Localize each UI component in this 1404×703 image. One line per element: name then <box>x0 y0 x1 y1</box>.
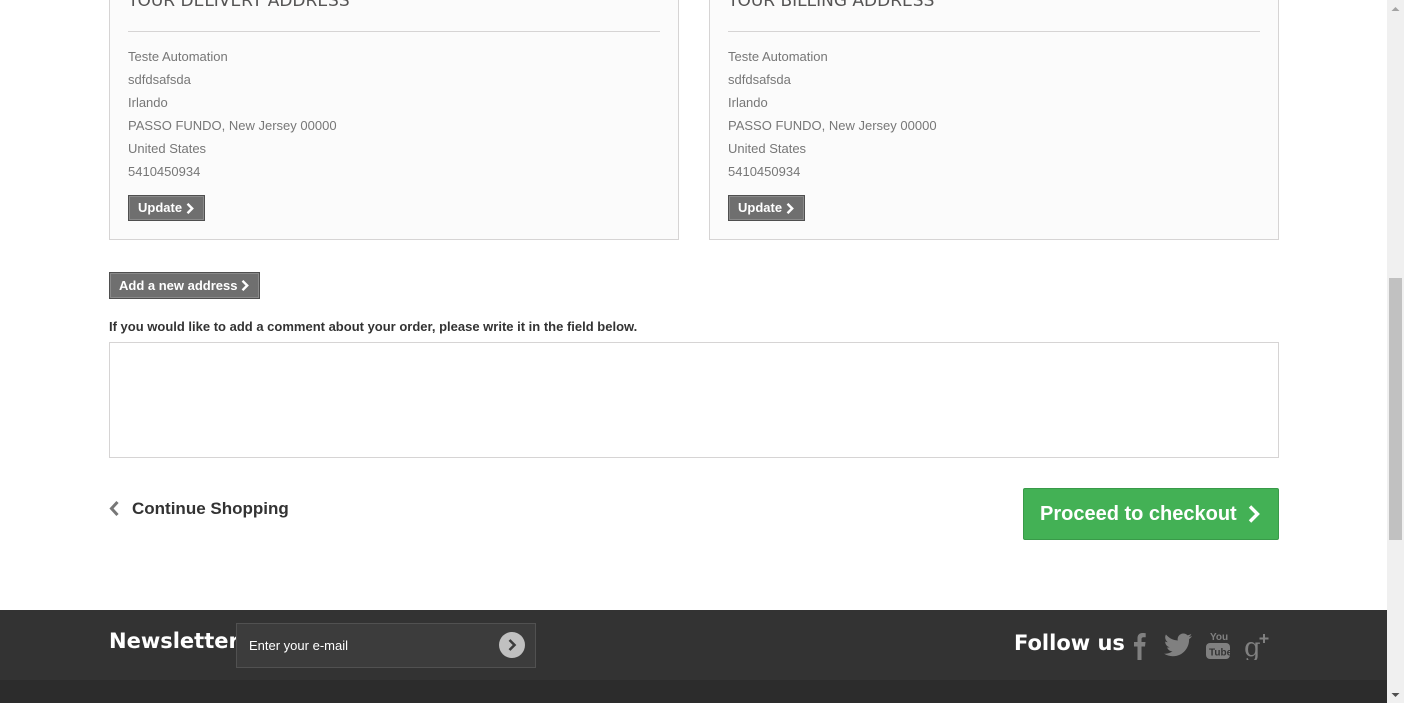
address-line: Irlando <box>728 95 768 110</box>
add-address-label: Add a new address <box>119 277 238 293</box>
address-line: sdfdsafsda <box>728 72 791 87</box>
update-billing-button[interactable]: Update <box>728 195 805 221</box>
update-button-label: Update <box>138 200 183 215</box>
address-line: 5410450934 <box>128 164 201 179</box>
address-line: PASSO FUNDO, New Jersey 00000 <box>128 118 337 133</box>
newsletter-form <box>236 623 536 668</box>
arrow-right-circle-icon <box>508 639 517 651</box>
follow-us-title: Follow us <box>1014 631 1125 655</box>
chevron-left-icon <box>107 499 123 519</box>
chevron-right-icon <box>242 280 250 291</box>
proceed-to-checkout-button[interactable]: Proceed to checkout <box>1023 488 1279 540</box>
update-delivery-button[interactable]: Update <box>128 195 205 221</box>
svg-text:g: g <box>1244 633 1261 660</box>
footer: Newsletter Follow us You Tube g <box>0 610 1387 703</box>
scroll-down-arrow-icon[interactable] <box>1387 686 1404 703</box>
scrollbar-thumb[interactable] <box>1389 278 1402 540</box>
address-line: United States <box>128 141 207 156</box>
newsletter-title: Newsletter <box>109 629 239 653</box>
address-line: Teste Automation <box>728 49 828 64</box>
billing-address-title: Your billing address <box>728 0 1260 32</box>
add-new-address-button[interactable]: Add a new address <box>109 272 260 299</box>
newsletter-email-input[interactable] <box>237 624 487 667</box>
chevron-right-icon <box>186 202 194 214</box>
scroll-up-arrow-icon[interactable] <box>1387 0 1404 17</box>
svg-text:Tube: Tube <box>1209 648 1231 659</box>
order-comment-textarea[interactable] <box>109 342 1279 458</box>
continue-shopping-link[interactable]: Continue Shopping <box>107 496 289 522</box>
youtube-icon[interactable]: You Tube <box>1203 629 1233 661</box>
delivery-address-lines: Teste Automation sdfdsafsda Irlando PASS… <box>128 45 337 183</box>
footer-lower-bar <box>0 680 1387 703</box>
delivery-address-title: Your delivery address <box>128 0 660 32</box>
billing-address-box: Your billing address Teste Automation sd… <box>709 0 1279 240</box>
address-line: United States <box>728 141 807 156</box>
billing-address-lines: Teste Automation sdfdsafsda Irlando PASS… <box>728 45 937 183</box>
update-button-label: Update <box>738 200 783 215</box>
newsletter-submit-button[interactable] <box>499 632 525 658</box>
vertical-scrollbar[interactable] <box>1387 0 1404 703</box>
delivery-address-box: Your delivery address Teste Automation s… <box>109 0 679 240</box>
chevron-right-icon <box>1248 505 1260 523</box>
continue-shopping-label: Continue Shopping <box>132 499 289 518</box>
address-line: sdfdsafsda <box>128 72 191 87</box>
chevron-right-icon <box>786 202 794 214</box>
address-line: Teste Automation <box>128 49 228 64</box>
checkout-label: Proceed to checkout <box>1040 502 1237 525</box>
comment-label: If you would like to add a comment about… <box>109 319 638 334</box>
google-plus-icon[interactable]: g <box>1243 629 1273 661</box>
facebook-icon[interactable] <box>1124 629 1154 661</box>
address-line: 5410450934 <box>728 164 801 179</box>
page: Your delivery address Teste Automation s… <box>0 0 1387 703</box>
address-line: Irlando <box>128 95 168 110</box>
address-line: PASSO FUNDO, New Jersey 00000 <box>728 118 937 133</box>
svg-text:You: You <box>1210 632 1228 643</box>
twitter-icon[interactable] <box>1163 629 1193 661</box>
